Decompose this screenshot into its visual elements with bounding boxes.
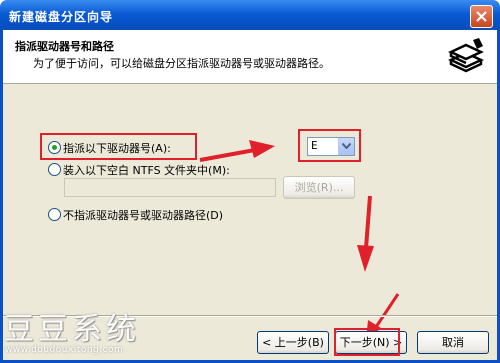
cancel-button[interactable]: 取消 bbox=[417, 331, 489, 354]
arrow-down bbox=[357, 195, 374, 272]
watermark-brand: 豆豆系统 bbox=[4, 312, 140, 347]
highlight-box-next bbox=[334, 328, 400, 356]
back-button[interactable]: < 上一步(B) bbox=[257, 331, 329, 354]
watermark-url: www.doudouxitong.com bbox=[5, 345, 124, 355]
arrow-to-drive bbox=[199, 140, 275, 162]
